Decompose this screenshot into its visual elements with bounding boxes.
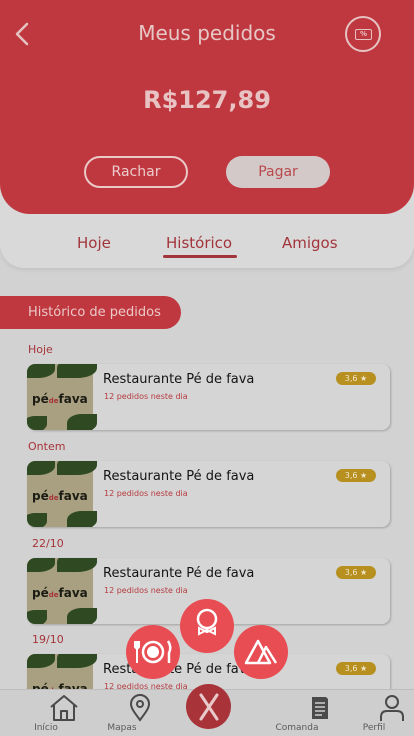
menu-fab-button[interactable] <box>126 625 180 679</box>
rating-badge: 3,6 ★ <box>336 469 376 482</box>
split-bill-button[interactable]: Rachar <box>84 156 188 188</box>
rating-badge: 3,6 ★ <box>336 372 376 385</box>
rating-badge: 3,6 ★ <box>336 662 376 675</box>
restaurant-name: Restaurante Pé de fava <box>103 566 255 581</box>
home-icon <box>50 695 78 721</box>
nav-label: Mapas <box>107 723 137 733</box>
waiter-icon <box>196 608 218 636</box>
map-pin-icon <box>129 694 151 722</box>
nav-comanda[interactable]: Comanda <box>274 690 328 736</box>
section-title: Histórico de pedidos <box>0 296 181 329</box>
restaurant-logo: pédefava <box>27 461 97 527</box>
day-label: Hoje <box>28 343 53 356</box>
rating-badge: 3,6 ★ <box>336 566 376 579</box>
plate-cutlery-icon <box>134 640 172 664</box>
tab-hoje[interactable]: Hoje <box>77 234 111 252</box>
header: Meus pedidos % R$127,89 Rachar Pagar <box>0 0 414 214</box>
receipt-icon <box>312 697 328 719</box>
fork-knife-icon <box>199 693 219 721</box>
nav-mapas[interactable]: Mapas <box>104 690 151 736</box>
nav-perfil[interactable]: Perfil <box>356 690 404 736</box>
order-total: R$127,89 <box>143 86 271 114</box>
ticket-icon: % <box>355 29 372 40</box>
tab-amigos[interactable]: Amigos <box>282 234 338 252</box>
day-label: Ontem <box>28 440 66 453</box>
order-count: 12 pedidos neste dia <box>104 489 188 498</box>
pay-button[interactable]: Pagar <box>226 156 330 188</box>
nav-inicio[interactable]: Início <box>28 690 78 736</box>
coupon-button[interactable]: % <box>345 16 381 52</box>
restaurant-logo: pédefava <box>27 558 97 624</box>
order-card[interactable]: pédefava Restaurante Pé de fava 12 pedid… <box>27 364 390 430</box>
order-card[interactable]: pédefava Restaurante Pé de fava 12 pedid… <box>27 461 390 527</box>
nav-label: Início <box>34 723 58 733</box>
nav-label: Perfil <box>362 723 386 733</box>
restaurant-name: Restaurante Pé de fava <box>103 469 255 484</box>
order-count: 12 pedidos neste dia <box>104 392 188 401</box>
restaurant-name: Restaurante Pé de fava <box>103 372 255 387</box>
restaurant-logo: pédefava <box>27 364 97 430</box>
delta-icon <box>244 639 278 665</box>
active-tab-indicator <box>163 255 237 258</box>
tab-historico[interactable]: Histórico <box>166 234 232 252</box>
delta-fab-button[interactable] <box>234 625 288 679</box>
waiter-fab-button[interactable] <box>180 599 234 653</box>
order-count: 12 pedidos neste dia <box>104 586 188 595</box>
nav-label: Comanda <box>275 723 319 733</box>
restaurant-fab-button[interactable] <box>186 684 231 729</box>
day-label: 22/10 <box>32 537 64 550</box>
user-icon <box>380 695 404 721</box>
day-label: 19/10 <box>32 633 64 646</box>
